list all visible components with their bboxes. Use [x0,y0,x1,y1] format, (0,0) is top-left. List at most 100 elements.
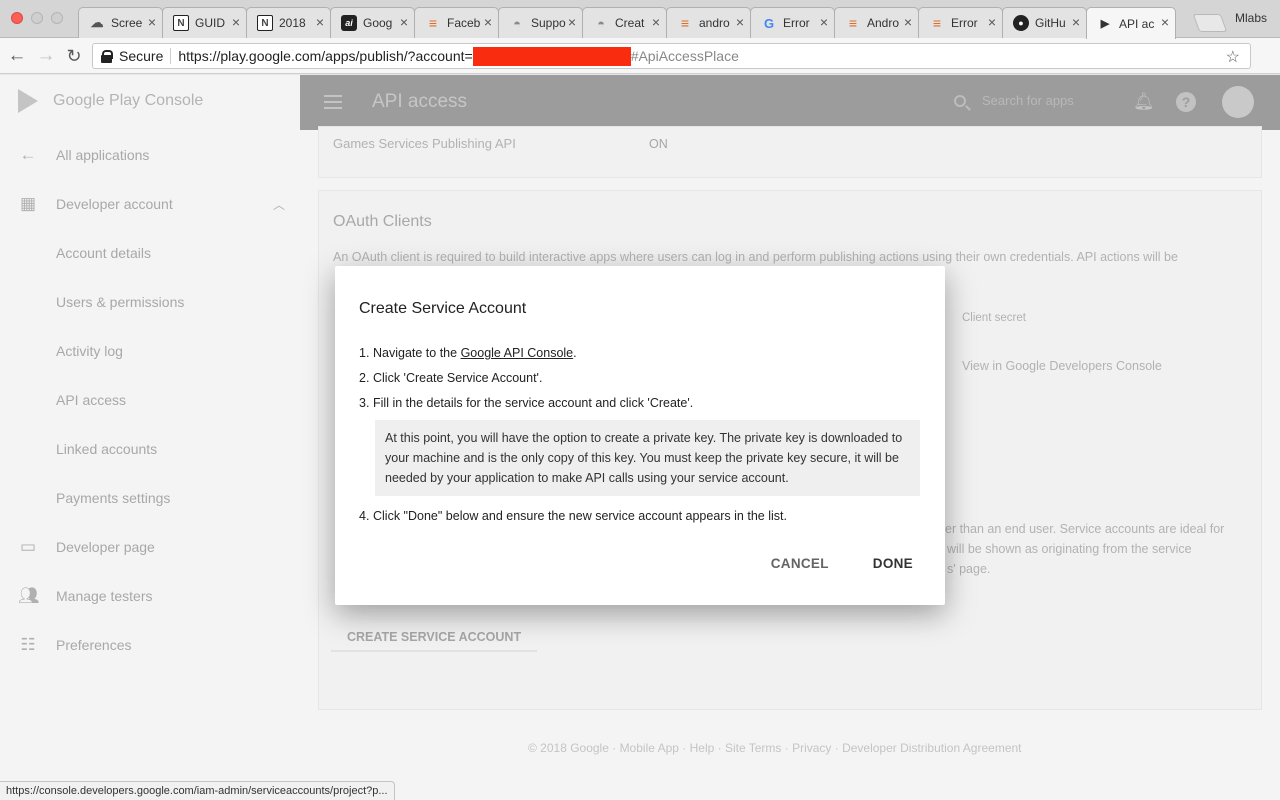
close-tab-icon[interactable]: × [652,15,660,29]
brand-name: Google Play Console [53,92,204,109]
step-3-text: Fill in the details for the service acco… [373,396,694,410]
sliders-icon: ☷ [20,635,36,654]
done-button[interactable]: DONE [865,552,921,575]
tab[interactable]: N GUID × [162,7,247,38]
new-tab-button[interactable] [1192,14,1228,32]
sidebar-item-label: Account details [56,245,151,261]
profile-name[interactable]: Mlabs [1235,11,1267,25]
notion-icon: N [257,15,273,31]
footer-links: © 2018 Google · Mobile App · Help · Site… [528,741,1022,755]
window-minimize-icon[interactable] [31,12,43,24]
window-zoom-icon[interactable] [51,12,63,24]
step-2: 2. Click 'Create Service Account'. [359,371,543,385]
android-icon: ◓ [597,15,605,31]
close-tab-icon[interactable]: × [148,15,156,29]
brand[interactable]: Google Play Console [16,87,203,115]
dialog-title: Create Service Account [359,300,527,317]
link-status-bubble: https://console.developers.google.com/ia… [0,781,395,800]
people-icon: 👥︎ [18,586,40,605]
close-tab-icon[interactable]: × [316,15,324,29]
stackoverflow-icon: ≡ [680,15,690,31]
close-tab-icon[interactable]: × [1072,15,1080,29]
tab[interactable]: ● GitHu × [1002,7,1087,38]
sidebar-item-label: All applications [56,147,150,163]
close-tab-icon[interactable]: × [1161,15,1169,29]
tab[interactable]: ≡ Error × [918,7,1003,38]
close-tab-icon[interactable]: × [232,15,240,29]
close-tab-icon[interactable]: × [400,15,408,29]
sidebar-item-account-details[interactable]: Account details [0,233,300,273]
step-4-text: Click "Done" below and ensure the new se… [373,509,787,523]
close-tab-icon[interactable]: × [820,15,828,29]
sidebar-item-linked-accounts[interactable]: Linked accounts [0,429,300,469]
forward-arrow-icon[interactable]: → [34,44,58,68]
sidebar-item-all-applications[interactable]: ← All applications [0,135,300,175]
sidebar-item-preferences[interactable]: ☷ Preferences [0,625,300,665]
dialog-steps: 1. Navigate to the Google API Console. 2.… [359,344,929,532]
step-2-text: Click 'Create Service Account'. [373,371,543,385]
sidebar-item-users-permissions[interactable]: Users & permissions [0,282,300,322]
close-tab-icon[interactable]: × [568,15,576,29]
help-icon[interactable]: ? [1176,92,1196,112]
ai-icon: ai [341,15,357,31]
tab[interactable]: ◓ Suppo × [498,7,583,38]
play-icon: ▶ [1100,18,1110,30]
notion-icon: N [173,15,189,31]
tab[interactable]: ≡ andro × [666,7,751,38]
tab[interactable]: ≡ Andro × [834,7,919,38]
window-close-icon[interactable] [11,12,23,24]
sidebar-item-developer-page[interactable]: ▭ Developer page [0,527,300,567]
menu-icon[interactable] [324,95,342,113]
oauth-description: An OAuth client is required to build int… [333,250,1178,264]
chevron-up-icon[interactable]: ︿ [273,196,285,213]
sidebar-item-api-access[interactable]: API access [0,380,300,420]
notification-bell-icon[interactable]: 🔔︎ [1133,92,1155,112]
step-4: 4. Click "Done" below and ensure the new … [359,509,787,523]
search-icon [954,94,966,107]
stackoverflow-icon: ≡ [932,15,942,31]
step-3: 3. Fill in the details for the service ac… [359,396,694,410]
tab-active[interactable]: ▶ API ac × [1086,7,1176,39]
step-1-end: . [573,346,577,360]
address-bar[interactable]: Secure https://play.google.com/apps/publ… [92,43,1251,69]
sidebar-item-label: Payments settings [56,490,171,506]
service-accounts-description-line2: will be shown as originating from the se… [947,542,1192,556]
sidebar-item-payments-settings[interactable]: Payments settings [0,478,300,518]
cloud-icon: ☁ [90,15,104,30]
google-api-console-link[interactable]: Google API Console [461,346,574,360]
close-tab-icon[interactable]: × [484,15,492,29]
github-icon: ● [1013,15,1029,31]
web-page-icon: ▭ [19,537,37,556]
tab[interactable]: ☁ Scree × [78,7,163,38]
view-in-console-link[interactable]: View in Google Developers Console [962,359,1162,373]
android-icon: ◓ [513,15,521,31]
tab[interactable]: N 2018 × [246,7,331,38]
tab[interactable]: ≡ Faceb × [414,7,499,38]
close-tab-icon[interactable]: × [904,15,912,29]
reload-icon[interactable]: ↻ [62,44,86,68]
cancel-button[interactable]: CANCEL [763,552,837,575]
tab[interactable]: ai Goog × [330,7,415,38]
page-title: API access [372,91,468,112]
sidebar-item-manage-testers[interactable]: 👥︎ Manage testers [0,576,300,616]
tab[interactable]: ◓ Creat × [582,7,667,38]
tab-list: ☁ Scree × N GUID × N 2018 × ai Goog × ≡ Faceb × ◓ Suppo ×… [78,7,1176,39]
bookmark-star-icon[interactable]: ☆ [1226,47,1240,67]
step-1: 1. Navigate to the Google API Console. [359,346,577,360]
dialog-actions: CANCEL DONE [735,552,921,575]
sidebar-item-label: Preferences [56,637,132,653]
tab[interactable]: G Error × [750,7,835,38]
close-tab-icon[interactable]: × [736,15,744,29]
app-search[interactable]: Search for apps [954,93,1074,108]
avatar[interactable] [1222,86,1254,118]
sidebar-item-activity-log[interactable]: Activity log [0,331,300,371]
sidebar-item-developer-account[interactable]: ▦ Developer account ︿ [0,184,300,224]
back-arrow-icon[interactable]: ← [5,44,29,68]
play-logo-icon [18,89,38,113]
client-secret-header: Client secret [962,312,1026,324]
close-tab-icon[interactable]: × [988,15,996,29]
url-text: https://play.google.com/apps/publish/?ac… [178,48,473,64]
create-service-account-button[interactable]: CREATE SERVICE ACCOUNT [331,624,538,652]
stackoverflow-icon: ≡ [428,15,438,31]
games-api-toggle[interactable]: ON [649,137,668,151]
